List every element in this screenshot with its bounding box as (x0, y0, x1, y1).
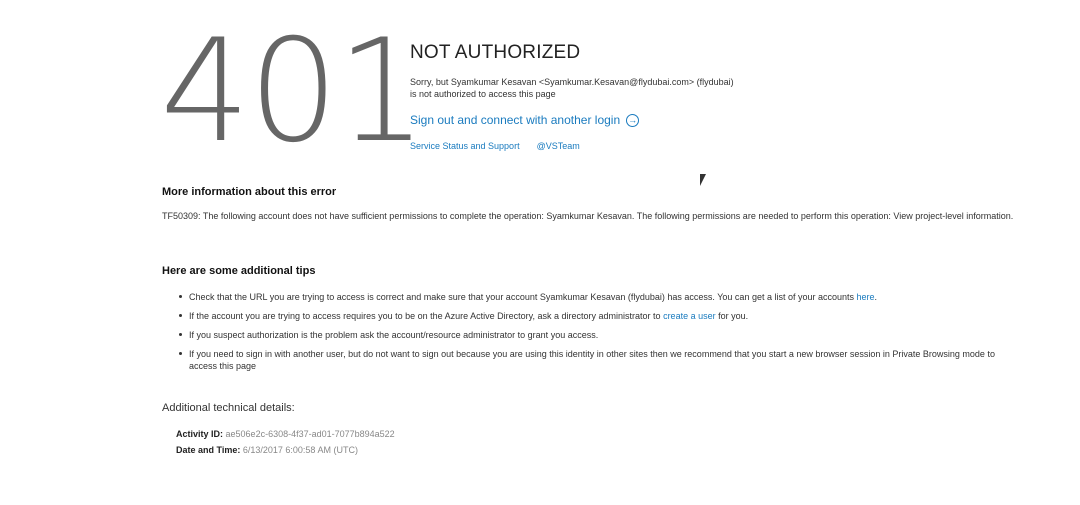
error-header: NOT AUTHORIZED Sorry, but Syamkumar Kesa… (410, 42, 910, 151)
technical-details-section: Additional technical details: Activity I… (162, 402, 1022, 458)
create-user-link[interactable]: create a user (663, 311, 716, 321)
date-time-row: Date and Time: 6/13/2017 6:00:58 AM (UTC… (162, 442, 1022, 458)
list-item: If you suspect authorization is the prob… (179, 329, 1022, 341)
vsteam-link[interactable]: @VSTeam (537, 141, 580, 151)
error-message-line2: is not authorized to access this page (410, 89, 556, 99)
accounts-here-link[interactable]: here (857, 292, 875, 302)
technical-details-heading: Additional technical details: (162, 402, 295, 414)
activity-id-row: Activity ID: ae506e2c-6308-4f37-ad01-707… (162, 426, 1022, 442)
more-info-heading: More information about this error (162, 186, 337, 198)
list-item: If the account you are trying to access … (179, 310, 1022, 322)
tips-heading: Here are some additional tips (162, 265, 316, 277)
more-info-text: TF50309: The following account does not … (162, 211, 1014, 221)
sign-out-label: Sign out and connect with another login (410, 113, 621, 127)
tips-list: Check that the URL you are trying to acc… (162, 291, 1022, 372)
arrow-circle-right-icon: → (626, 113, 640, 127)
activity-id-value: ae506e2c-6308-4f37-ad01-7077b894a522 (225, 429, 395, 439)
sign-out-link[interactable]: Sign out and connect with another login … (410, 113, 640, 127)
mouse-cursor-icon (700, 174, 706, 186)
support-links: Service Status and Support @VSTeam (410, 141, 910, 151)
activity-id-label: Activity ID: (176, 429, 224, 439)
list-item: Check that the URL you are trying to acc… (179, 291, 1022, 303)
error-message-line1: Sorry, but Syamkumar Kesavan <Syamkumar.… (410, 77, 734, 87)
error-message: Sorry, but Syamkumar Kesavan <Syamkumar.… (410, 76, 910, 100)
page-title: NOT AUTHORIZED (410, 42, 581, 63)
date-time-label: Date and Time: (176, 445, 241, 455)
list-item: If you need to sign in with another user… (179, 348, 1022, 372)
tips-section: Here are some additional tips Check that… (162, 265, 1022, 379)
more-info-section: More information about this error TF5030… (162, 186, 1022, 222)
date-time-value: 6/13/2017 6:00:58 AM (UTC) (242, 445, 358, 455)
service-status-link[interactable]: Service Status and Support (410, 141, 520, 151)
error-code: 401 (160, 9, 427, 174)
